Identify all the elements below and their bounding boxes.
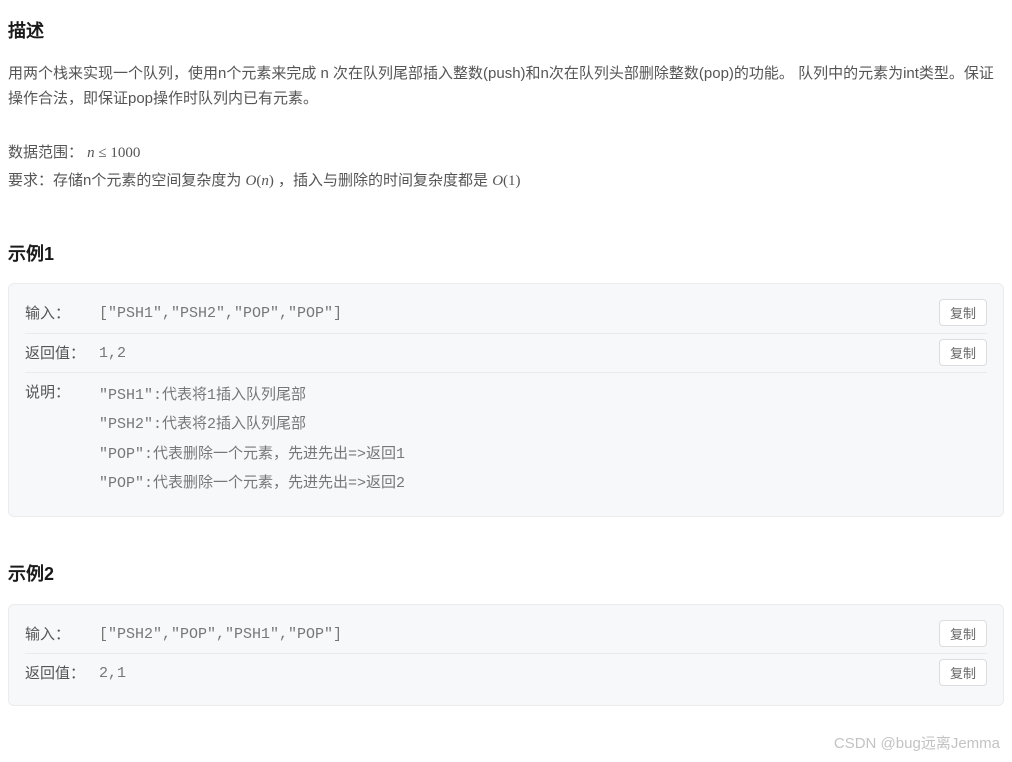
req-mid: ，插入与删除的时间复杂度都是 — [278, 172, 492, 189]
heading-example2: 示例2 — [8, 559, 1004, 590]
copy-button[interactable]: 复制 — [939, 299, 987, 326]
example1-return-value: 1,2 — [99, 340, 987, 367]
heading-example1: 示例1 — [8, 239, 1004, 270]
example2-input-row: 输入： ["PSH2","POP","PSH1","POP"] 复制 — [25, 615, 987, 654]
explain-line: "PSH2":代表将2插入队列尾部 — [99, 410, 987, 439]
example1-explain-row: 说明： "PSH1":代表将1插入队列尾部 "PSH2":代表将2插入队列尾部 … — [25, 372, 987, 504]
example1-box: 输入： ["PSH1","PSH2","POP","POP"] 复制 返回值： … — [8, 283, 1004, 517]
example2-return-row: 返回值： 2,1 复制 — [25, 653, 987, 693]
explain-line: "POP":代表删除一个元素，先进先出=>返回2 — [99, 469, 987, 498]
label-return: 返回值： — [25, 340, 99, 367]
label-explain: 说明： — [25, 379, 99, 406]
label-return: 返回值： — [25, 660, 99, 687]
heading-description: 描述 — [8, 16, 1004, 47]
req-on: O(n) — [246, 173, 274, 189]
example1-explain-lines: "PSH1":代表将1插入队列尾部 "PSH2":代表将2插入队列尾部 "POP… — [99, 379, 987, 498]
copy-button[interactable]: 复制 — [939, 339, 987, 366]
example2-return-value: 2,1 — [99, 660, 987, 687]
constraint-range: 数据范围： n ≤ 1000 — [8, 140, 1004, 167]
explain-line: "PSH1":代表将1插入队列尾部 — [99, 381, 987, 410]
constraint-requirement: 要求：存储n个元素的空间复杂度为 O(n) ，插入与删除的时间复杂度都是 O(1… — [8, 168, 1004, 195]
example1-input-value: ["PSH1","PSH2","POP","POP"] — [99, 300, 987, 327]
range-math: n ≤ 1000 — [87, 145, 140, 161]
copy-button[interactable]: 复制 — [939, 659, 987, 686]
example2-input-value: ["PSH2","POP","PSH1","POP"] — [99, 621, 987, 648]
req-prefix: 要求：存储n个元素的空间复杂度为 — [8, 172, 246, 189]
req-o1: O(1) — [492, 173, 520, 189]
example2-box: 输入： ["PSH2","POP","PSH1","POP"] 复制 返回值： … — [8, 604, 1004, 706]
example1-return-row: 返回值： 1,2 复制 — [25, 333, 987, 373]
description-text: 用两个栈来实现一个队列，使用n个元素来完成 n 次在队列尾部插入整数(push)… — [8, 61, 1004, 112]
label-input: 输入： — [25, 621, 99, 648]
range-prefix: 数据范围： — [8, 144, 87, 161]
watermark: CSDN @bug远离Jemma — [834, 731, 1000, 757]
explain-line: "POP":代表删除一个元素，先进先出=>返回1 — [99, 440, 987, 469]
label-input: 输入： — [25, 300, 99, 327]
copy-button[interactable]: 复制 — [939, 620, 987, 647]
example1-input-row: 输入： ["PSH1","PSH2","POP","POP"] 复制 — [25, 294, 987, 333]
